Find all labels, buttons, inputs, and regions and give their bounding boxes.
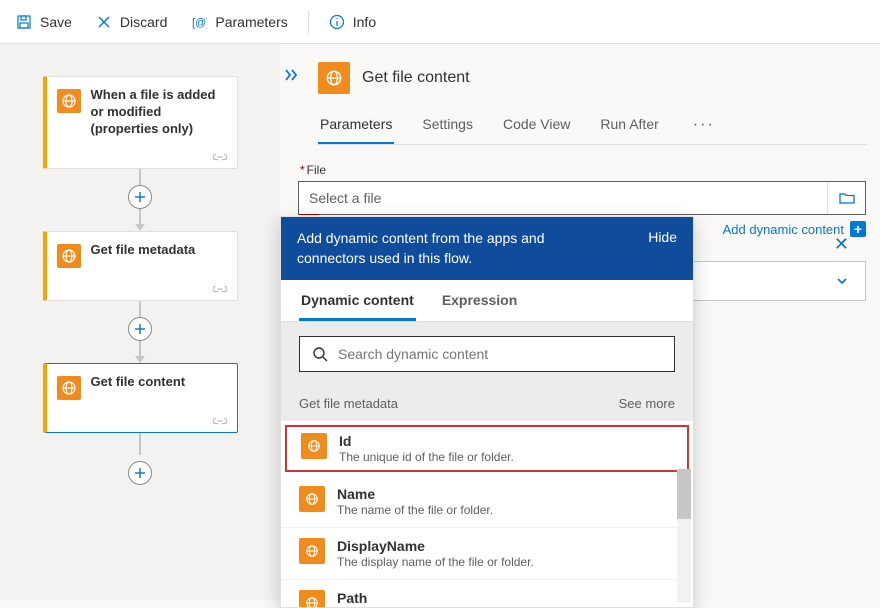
- dynamic-group-header: Get file metadata See more: [281, 386, 693, 421]
- connector-arrow: [135, 224, 145, 231]
- dynamic-item-list[interactable]: Id The unique id of the file or folder. …: [281, 421, 693, 607]
- connector-line: [139, 433, 141, 455]
- search-icon: [312, 346, 328, 362]
- connector-arrow: [135, 356, 145, 363]
- parameters-button[interactable]: [@] Parameters: [181, 8, 297, 36]
- dynamic-item-title: Path: [337, 590, 486, 606]
- info-button[interactable]: Info: [319, 8, 386, 36]
- flow-step-trigger[interactable]: When a file is added or modified (proper…: [43, 76, 238, 169]
- required-star: *: [300, 163, 305, 177]
- sharepoint-icon: [318, 62, 350, 94]
- add-step-button[interactable]: [128, 317, 152, 341]
- link-icon: [213, 152, 227, 162]
- sharepoint-icon: [299, 590, 325, 607]
- sharepoint-icon: [301, 433, 327, 459]
- add-step-button[interactable]: [128, 461, 152, 485]
- panel-tabs: Parameters Settings Code View Run After …: [318, 106, 866, 145]
- add-dynamic-content-link[interactable]: Add dynamic content: [723, 222, 844, 237]
- tab-runafter[interactable]: Run After: [598, 106, 660, 144]
- file-input[interactable]: [299, 182, 827, 214]
- scrollbar[interactable]: [677, 469, 691, 603]
- file-picker-button[interactable]: [827, 182, 865, 214]
- dynamic-popup-header: Add dynamic content from the apps and co…: [281, 217, 693, 280]
- dynamic-item-desc: The unique id of the file or folder.: [339, 450, 514, 464]
- save-icon: [16, 14, 32, 30]
- add-dynamic-plus-icon[interactable]: +: [850, 221, 866, 237]
- toolbar: Save Discard [@] Parameters Info: [0, 0, 880, 44]
- add-step-button[interactable]: [128, 185, 152, 209]
- discard-label: Discard: [120, 14, 167, 30]
- discard-button[interactable]: Discard: [86, 8, 177, 36]
- sharepoint-icon: [299, 538, 325, 564]
- parameters-label: Parameters: [215, 14, 287, 30]
- flow-step-metadata[interactable]: Get file metadata: [43, 231, 238, 301]
- tab-dynamic-content[interactable]: Dynamic content: [299, 280, 416, 321]
- dynamic-group-title: Get file metadata: [299, 396, 398, 411]
- dynamic-item-title: Id: [339, 433, 514, 449]
- field-label-text: File: [307, 163, 326, 177]
- svg-text:[@]: [@]: [192, 17, 207, 29]
- toolbar-divider: [308, 10, 309, 34]
- tab-parameters[interactable]: Parameters: [318, 106, 394, 144]
- tab-settings[interactable]: Settings: [420, 106, 475, 144]
- scrollbar-thumb[interactable]: [677, 469, 691, 519]
- dynamic-item-path[interactable]: Path The path of the file or folder.: [281, 580, 693, 607]
- info-icon: [329, 14, 345, 30]
- chevron-down-icon: [835, 274, 849, 288]
- tab-codeview[interactable]: Code View: [501, 106, 572, 144]
- dynamic-content-popup: Add dynamic content from the apps and co…: [280, 216, 694, 608]
- panel-header: Get file content: [290, 56, 866, 106]
- save-button[interactable]: Save: [6, 8, 82, 36]
- dynamic-item-desc: The display name of the file or folder.: [337, 555, 534, 569]
- flow-canvas: When a file is added or modified (proper…: [0, 44, 280, 600]
- file-input-row: [298, 181, 866, 215]
- dynamic-item-title: DisplayName: [337, 538, 534, 554]
- dynamic-popup-tabs: Dynamic content Expression: [281, 280, 693, 322]
- hide-button[interactable]: Hide: [648, 229, 677, 245]
- collapse-panel-button[interactable]: [284, 68, 302, 87]
- dynamic-item-desc: The name of the file or folder.: [337, 503, 493, 517]
- flow-step-title: Get file metadata: [91, 242, 196, 259]
- parameters-icon: [@]: [191, 14, 207, 30]
- dynamic-item-displayname[interactable]: DisplayName The display name of the file…: [281, 528, 693, 580]
- flow-step-title: Get file content: [91, 374, 186, 391]
- link-icon: [213, 284, 227, 294]
- info-label: Info: [353, 14, 376, 30]
- flow-step-title: When a file is added or modified (proper…: [91, 87, 225, 138]
- dynamic-popup-header-text: Add dynamic content from the apps and co…: [297, 229, 597, 268]
- close-icon: [96, 14, 112, 30]
- sharepoint-icon: [299, 486, 325, 512]
- link-icon: [213, 416, 227, 426]
- dynamic-item-title: Name: [337, 486, 493, 502]
- tab-more-button[interactable]: ···: [687, 110, 721, 140]
- close-icon[interactable]: ✕: [834, 234, 849, 255]
- sharepoint-icon: [57, 244, 81, 268]
- see-more-button[interactable]: See more: [619, 396, 675, 411]
- sharepoint-icon: [57, 376, 81, 400]
- save-label: Save: [40, 14, 72, 30]
- flow-step-content[interactable]: Get file content: [43, 363, 238, 433]
- dynamic-search-input[interactable]: [338, 346, 662, 362]
- dynamic-search-box: [299, 336, 675, 372]
- panel-title: Get file content: [362, 69, 470, 87]
- sharepoint-icon: [57, 89, 81, 113]
- dynamic-item-name[interactable]: Name The name of the file or folder.: [281, 476, 693, 528]
- dynamic-search-wrap: [281, 322, 693, 386]
- field-label: *File: [300, 163, 866, 177]
- dynamic-item-id[interactable]: Id The unique id of the file or folder.: [283, 423, 691, 474]
- tab-expression[interactable]: Expression: [440, 280, 519, 321]
